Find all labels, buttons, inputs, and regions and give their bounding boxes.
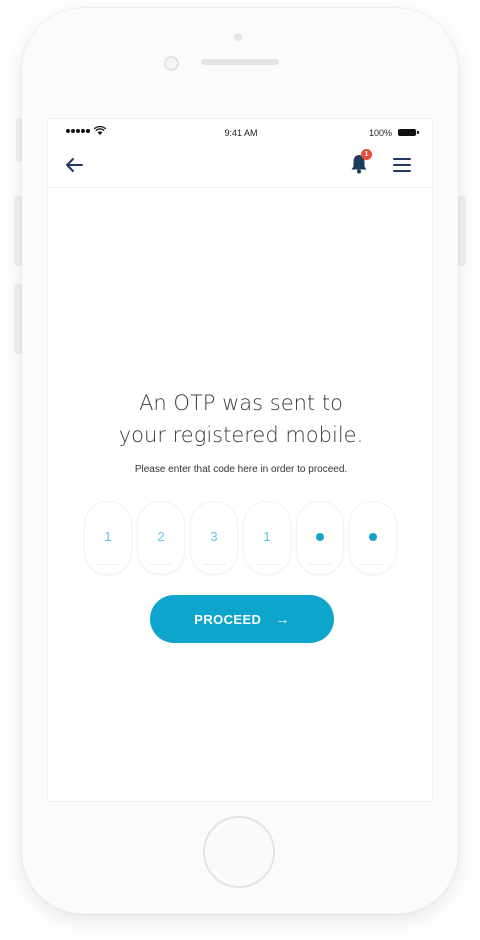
arrow-right-icon: → — [275, 611, 290, 627]
otp-field-6[interactable] — [349, 501, 397, 575]
otp-digit: 1 — [104, 529, 112, 544]
otp-digit: 2 — [157, 529, 165, 544]
otp-field-1[interactable]: 1 — [84, 501, 132, 575]
arrow-left-icon[interactable] — [62, 153, 86, 177]
otp-underline — [97, 564, 119, 565]
app-header: 1 — [48, 145, 432, 188]
home-button[interactable] — [203, 816, 275, 888]
earpiece-speaker — [201, 59, 279, 65]
otp-field-5[interactable] — [296, 501, 344, 575]
otp-digit: 1 — [263, 529, 271, 544]
headline-line-1: An OTP was sent to — [139, 391, 343, 415]
otp-masked-dot — [369, 533, 377, 541]
status-bar: 9:41 AM 100% — [48, 119, 432, 145]
otp-field-4[interactable]: 1 — [243, 501, 291, 575]
otp-underline — [362, 564, 384, 565]
otp-underline — [150, 564, 172, 565]
otp-underline — [309, 564, 331, 565]
otp-masked-dot — [316, 533, 324, 541]
otp-field-3[interactable]: 3 — [190, 501, 238, 575]
hamburger-menu-icon[interactable] — [391, 155, 413, 175]
volume-up-button — [14, 196, 22, 266]
otp-digit: 3 — [210, 529, 218, 544]
screen: 9:41 AM 100% 1 An OTP was sent to your r… — [47, 118, 433, 802]
battery-percentage: 100% — [368, 128, 392, 138]
page-title: An OTP was sent to your registered mobil… — [48, 387, 432, 451]
volume-down-button — [14, 284, 22, 354]
otp-field-2[interactable]: 2 — [137, 501, 185, 575]
battery-icon — [398, 129, 419, 136]
notification-badge: 1 — [361, 149, 372, 160]
otp-underline — [256, 564, 278, 565]
device-mockup: 9:41 AM 100% 1 An OTP was sent to your r… — [0, 0, 480, 940]
proceed-label: PROCEED — [194, 611, 262, 627]
otp-underline — [203, 564, 225, 565]
front-camera — [164, 56, 179, 71]
otp-input-group: 1 2 3 1 — [84, 501, 398, 575]
instruction-text: Please enter that code here in order to … — [134, 464, 348, 475]
headline-line-2: your registered mobile. — [118, 423, 364, 447]
proceed-button[interactable]: PROCEED → — [150, 595, 334, 643]
power-button — [458, 196, 466, 266]
proximity-sensor — [234, 33, 242, 41]
